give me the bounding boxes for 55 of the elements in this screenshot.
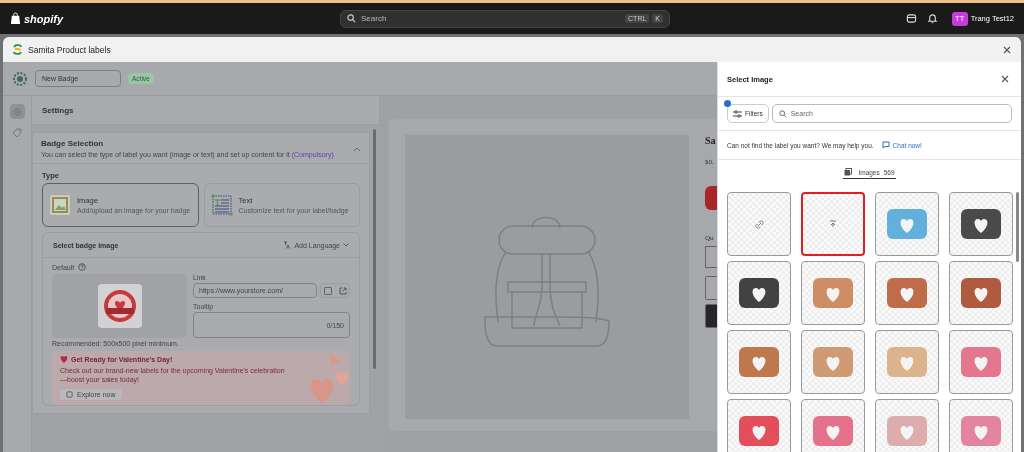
text-block-icon	[210, 194, 233, 216]
sticker-tile[interactable]	[801, 261, 865, 325]
sticker-tile[interactable]	[949, 330, 1013, 394]
search-placeholder: Search	[361, 14, 388, 23]
modal-title: Samita Product labels	[28, 44, 111, 55]
search-icon	[778, 109, 787, 118]
sticker-tile[interactable]	[727, 399, 791, 452]
chevron-down-icon	[343, 243, 349, 247]
scrollbar[interactable]	[1016, 192, 1019, 262]
app-logo-icon	[12, 70, 28, 87]
picture-frame-icon	[49, 194, 71, 216]
brand-name: shopify	[24, 12, 64, 25]
sticker-tile[interactable]	[727, 330, 791, 394]
tag-icon	[12, 127, 22, 138]
sticker-tile[interactable]	[727, 261, 791, 325]
sticker-tile[interactable]	[949, 399, 1013, 452]
sticker-tile[interactable]	[949, 261, 1013, 325]
hearts-drawing	[308, 353, 348, 405]
panel-title: Settings	[42, 105, 74, 115]
open-new-tab-toggle[interactable]	[320, 283, 350, 298]
upload-tile[interactable]	[801, 192, 865, 256]
close-icon[interactable]	[1001, 75, 1009, 83]
sticker-tile[interactable]	[949, 192, 1013, 256]
sticker-tile[interactable]	[875, 192, 939, 256]
sticker-tile[interactable]	[875, 399, 939, 452]
settings-tab[interactable]	[9, 104, 25, 119]
link-icon	[754, 219, 764, 229]
heart-badge-image	[97, 284, 142, 328]
heart-icon	[60, 356, 68, 363]
notification-dot	[724, 100, 731, 107]
help-icon[interactable]	[78, 263, 87, 271]
section-title: Badge Selection	[41, 139, 105, 148]
badge-image	[705, 186, 717, 210]
chat-icon	[881, 141, 890, 149]
chevron-icon[interactable]	[353, 145, 361, 152]
filter-icon	[733, 109, 742, 118]
upload-icon	[829, 220, 837, 228]
shopping-bag-icon	[10, 12, 21, 25]
product-title: Sa	[705, 135, 716, 146]
app-logo-icon	[13, 44, 22, 55]
search-icon	[347, 14, 356, 23]
sticker-tile[interactable]	[875, 330, 939, 394]
settings-icon	[12, 106, 22, 117]
checkbox[interactable]	[323, 286, 332, 295]
sticker-tile[interactable]	[801, 399, 865, 452]
add-by-link-tile[interactable]	[727, 192, 791, 256]
close-icon[interactable]	[1003, 45, 1011, 54]
images-icon	[844, 168, 853, 176]
store-icon[interactable]	[905, 13, 917, 24]
external-link-icon	[338, 286, 347, 295]
translate-icon	[283, 241, 292, 249]
scrollbar[interactable]	[373, 129, 376, 369]
bell-icon[interactable]	[926, 13, 938, 24]
sticker-tile[interactable]	[875, 261, 939, 325]
sticker-tile[interactable]	[801, 330, 865, 394]
